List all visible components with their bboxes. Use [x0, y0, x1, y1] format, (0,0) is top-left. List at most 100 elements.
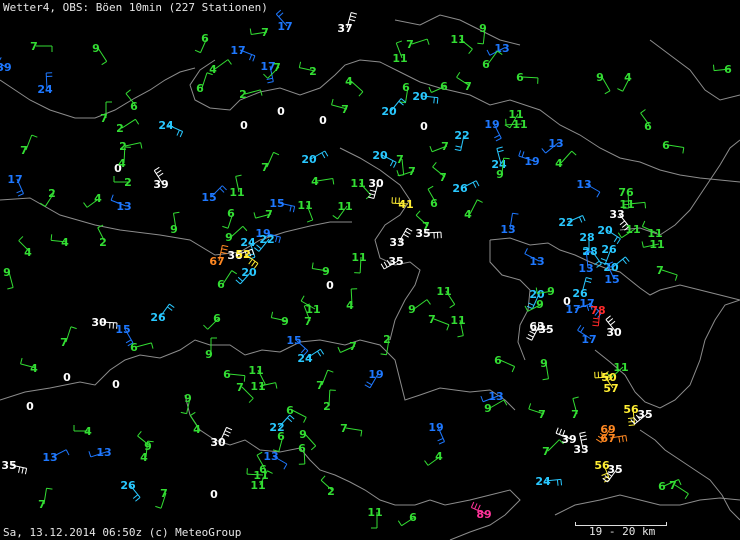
- station-gust-value: 33: [573, 443, 588, 456]
- wind-barb-staff: [521, 76, 539, 79]
- station-gust-value: 4: [624, 71, 632, 84]
- wind-barb-staff: [214, 59, 229, 70]
- wind-barb-feather: [684, 493, 689, 500]
- station-gust-value: 4: [346, 299, 354, 312]
- wind-barb-feather: [457, 335, 464, 338]
- wind-barb-feather: [678, 479, 682, 486]
- map-layer: 7 96 7 17 377 119133924417177 211 66 9 4666 24 6 6 77…: [0, 9, 740, 540]
- station-gust-value: 0: [319, 114, 327, 127]
- station-observations: 7 96 7 17 377 119133924417177 211 66 9 4666 24 6 6 77…: [0, 9, 732, 529]
- wind-barb-feather: [249, 28, 252, 35]
- station-gust-value: 19: [524, 155, 539, 168]
- station-gust-value: 4: [30, 362, 38, 375]
- wind-barb-feather: [275, 382, 278, 389]
- wind-barb-feather: [140, 142, 143, 149]
- wind-barb-feather: [203, 324, 209, 330]
- wind-barb-feather: [580, 435, 587, 438]
- station-gust-value: 2: [383, 333, 391, 346]
- wind-barb-feather: [449, 303, 455, 309]
- wind-barb-feather: [306, 219, 313, 223]
- station-gust-value: 22: [558, 216, 573, 229]
- wind-barb-staff: [25, 134, 33, 151]
- station-gust-value: 35: [607, 463, 622, 476]
- wind-barb-feather: [249, 54, 253, 61]
- station-gust-value: 6: [482, 58, 490, 71]
- station-gust-value: 4: [464, 208, 472, 221]
- wind-barb-staff: [8, 271, 14, 288]
- wind-barb-feather: [503, 157, 510, 160]
- wind-barb-feather: [560, 479, 563, 486]
- wind-barb-feather: [101, 60, 107, 66]
- station-gust-value: 20: [372, 149, 388, 162]
- wind-barb-feather: [618, 436, 621, 443]
- wind-barb-feather: [477, 199, 483, 203]
- wind-barb-feather: [273, 151, 280, 156]
- station-gust-value: 41: [398, 198, 413, 211]
- wind-barb-feather: [616, 238, 621, 245]
- station-gust-value: 30: [210, 436, 226, 449]
- station-gust-value: 0: [326, 279, 334, 292]
- wind-barb-feather: [427, 185, 434, 190]
- wind-barb-feather: [512, 212, 519, 215]
- station-gust-value: 2: [239, 88, 247, 101]
- station-gust-value: 35: [415, 227, 430, 240]
- station-gust-value: 39: [153, 178, 168, 191]
- station-gust-value: 22: [259, 233, 274, 246]
- wind-barb-feather: [278, 12, 284, 18]
- wind-barb-feather: [644, 202, 647, 209]
- station-gust-value: 67: [600, 432, 615, 445]
- station-gust-value: 7: [542, 445, 550, 458]
- station-gust-value: 67: [209, 255, 224, 268]
- station-gust-value: 20: [301, 153, 317, 166]
- station-gust-value: 0: [210, 488, 218, 501]
- wind-barb-feather: [332, 215, 338, 220]
- station-gust-value: 26: [150, 311, 166, 324]
- wind-barb-staff: [413, 299, 428, 310]
- wind-barb-feather: [224, 430, 231, 434]
- wind-barb-feather: [617, 88, 623, 92]
- station-gust-value: 6: [298, 442, 306, 455]
- wind-barb-feather: [593, 317, 600, 320]
- station-gust-value: 6: [130, 100, 138, 113]
- wind-barb-feather: [147, 440, 154, 443]
- wind-barb-feather: [349, 18, 356, 22]
- wind-barb-staff: [674, 484, 689, 495]
- wind-barb-feather: [494, 134, 500, 139]
- wind-barb-feather: [605, 315, 611, 320]
- station-gust-value: 33: [389, 236, 404, 249]
- station-gust-value: 28: [579, 231, 594, 244]
- wind-barb-staff: [667, 144, 684, 148]
- wind-barb-feather: [468, 48, 473, 55]
- wind-barb-staff: [321, 369, 329, 386]
- station-gust-value: 11: [450, 314, 465, 327]
- wind-barb-feather: [252, 55, 256, 62]
- station-gust-value: 78: [590, 304, 605, 317]
- wind-barb-feather: [607, 318, 614, 323]
- wind-barb-feather: [298, 61, 302, 68]
- wind-barb-feather: [360, 430, 363, 437]
- wind-barb-feather: [604, 90, 611, 95]
- station-gust-value: 9: [479, 22, 487, 35]
- wind-barb-feather: [528, 403, 532, 410]
- wind-barb-feather: [83, 202, 88, 208]
- station-gust-value: 11: [350, 177, 365, 190]
- wind-barb-feather: [137, 430, 142, 437]
- wind-barb-feather: [380, 353, 387, 356]
- station-gust-value: 17: [7, 173, 22, 186]
- wind-barb-feather: [578, 216, 583, 223]
- wind-barb-staff: [266, 152, 274, 168]
- station-gust-value: 24: [37, 83, 53, 96]
- wind-barb-staff: [121, 118, 136, 129]
- station-gust-value: 33: [609, 208, 624, 221]
- wind-barb-feather: [495, 137, 502, 142]
- wind-barb-feather: [577, 324, 582, 331]
- station-gust-value: 11: [250, 380, 265, 393]
- wind-barb-feather: [455, 145, 462, 148]
- station-gust-value: 39: [0, 61, 12, 74]
- station-gust-value: 4: [94, 192, 102, 205]
- wind-barb-feather: [167, 306, 173, 311]
- wind-barb-staff: [411, 38, 428, 45]
- station-gust-value: 0: [112, 378, 120, 391]
- wind-barb-feather: [369, 189, 376, 193]
- wind-barb-feather: [179, 131, 184, 138]
